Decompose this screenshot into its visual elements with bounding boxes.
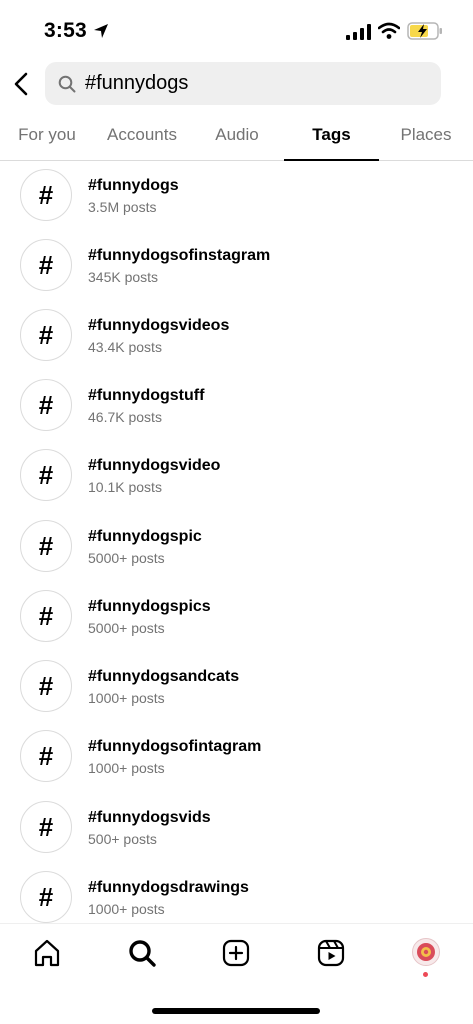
hashtag-post-count: 43.4K posts: [88, 339, 162, 355]
wifi-icon: [378, 22, 400, 39]
location-arrow-icon: [94, 24, 108, 38]
hashtag-row[interactable]: # #funnydogsandcats 1000+ posts: [0, 652, 473, 722]
profile-avatar[interactable]: [412, 938, 440, 966]
search-icon[interactable]: [127, 938, 157, 968]
hashtag-icon: #: [20, 169, 72, 221]
hashtag-post-count: 1000+ posts: [88, 690, 165, 706]
tab-places[interactable]: Places: [386, 112, 466, 160]
back-chevron-icon[interactable]: [10, 70, 32, 98]
hashtag-icon: #: [20, 449, 72, 501]
bottom-nav: [0, 923, 473, 986]
hashtag-name: #funnydogspics: [88, 598, 211, 615]
hashtag-icon: #: [20, 801, 72, 853]
hashtag-icon: #: [20, 379, 72, 431]
tab-accounts[interactable]: Accounts: [96, 112, 188, 160]
hashtag-name: #funnydogstuff: [88, 387, 205, 404]
hashtag-name: #funnydogsvideos: [88, 317, 230, 334]
hashtag-row[interactable]: # #funnydogsvideo 10.1K posts: [0, 441, 473, 511]
hashtag-icon: #: [20, 239, 72, 291]
hashtag-row[interactable]: # #funnydogs 3.5M posts: [0, 161, 473, 231]
search-row: [0, 62, 473, 106]
hashtag-row[interactable]: # #funnydogspic 5000+ posts: [0, 512, 473, 582]
hashtag-post-count: 3.5M posts: [88, 199, 157, 215]
reels-icon[interactable]: [316, 938, 346, 968]
hashtag-name: #funnydogsvids: [88, 809, 211, 826]
search-input[interactable]: [85, 62, 425, 105]
hashtag-post-count: 5000+ posts: [88, 620, 165, 636]
search-bar[interactable]: [45, 62, 441, 105]
status-bar: 3:53: [0, 0, 473, 56]
hashtag-name: #funnydogsdrawings: [88, 879, 249, 896]
hashtag-name: #funnydogs: [88, 177, 179, 194]
hashtag-name: #funnydogspic: [88, 528, 202, 545]
create-icon[interactable]: [221, 938, 251, 968]
hashtag-icon: #: [20, 309, 72, 361]
hashtag-name: #funnydogsvideo: [88, 457, 221, 474]
hashtag-post-count: 1000+ posts: [88, 760, 165, 776]
home-icon[interactable]: [32, 938, 62, 968]
hashtag-name: #funnydogsofinstagram: [88, 247, 271, 264]
tab-for-you[interactable]: For you: [0, 112, 94, 160]
hashtag-post-count: 1000+ posts: [88, 901, 165, 917]
home-indicator: [152, 1008, 320, 1014]
hashtag-row[interactable]: # #funnydogsdrawings 1000+ posts: [0, 863, 473, 923]
search-tabs: For you Accounts Audio Tags Places: [0, 112, 473, 161]
hashtag-row[interactable]: # #funnydogsvideos 43.4K posts: [0, 301, 473, 371]
tab-audio[interactable]: Audio: [196, 112, 278, 160]
hashtag-post-count: 345K posts: [88, 269, 159, 285]
avatar-emblem-icon: [417, 943, 435, 961]
hashtag-icon: #: [20, 660, 72, 712]
notification-dot: [423, 972, 428, 977]
tab-tags[interactable]: Tags: [284, 112, 379, 160]
hashtag-post-count: 500+ posts: [88, 831, 157, 847]
hashtag-row[interactable]: # #funnydogspics 5000+ posts: [0, 582, 473, 652]
hashtag-icon: #: [20, 871, 72, 923]
hashtag-icon: #: [20, 520, 72, 572]
magnifier-icon: [58, 75, 76, 93]
hashtag-results-list: # #funnydogs 3.5M posts # #funnydogsofin…: [0, 161, 473, 923]
cellular-signal-icon: [346, 24, 371, 40]
hashtag-icon: #: [20, 590, 72, 642]
hashtag-name: #funnydogsandcats: [88, 668, 240, 685]
hashtag-row[interactable]: # #funnydogstuff 46.7K posts: [0, 371, 473, 441]
hashtag-icon: #: [20, 730, 72, 782]
hashtag-post-count: 46.7K posts: [88, 409, 162, 425]
hashtag-post-count: 10.1K posts: [88, 479, 162, 495]
hashtag-row[interactable]: # #funnydogsofinstagram 345K posts: [0, 231, 473, 301]
hashtag-row[interactable]: # #funnydogsvids 500+ posts: [0, 793, 473, 863]
battery-charging-icon: [407, 22, 442, 40]
hashtag-row[interactable]: # #funnydogsofintagram 1000+ posts: [0, 722, 473, 792]
hashtag-post-count: 5000+ posts: [88, 550, 165, 566]
hashtag-name: #funnydogsofintagram: [88, 738, 262, 755]
status-time: 3:53: [44, 19, 87, 42]
